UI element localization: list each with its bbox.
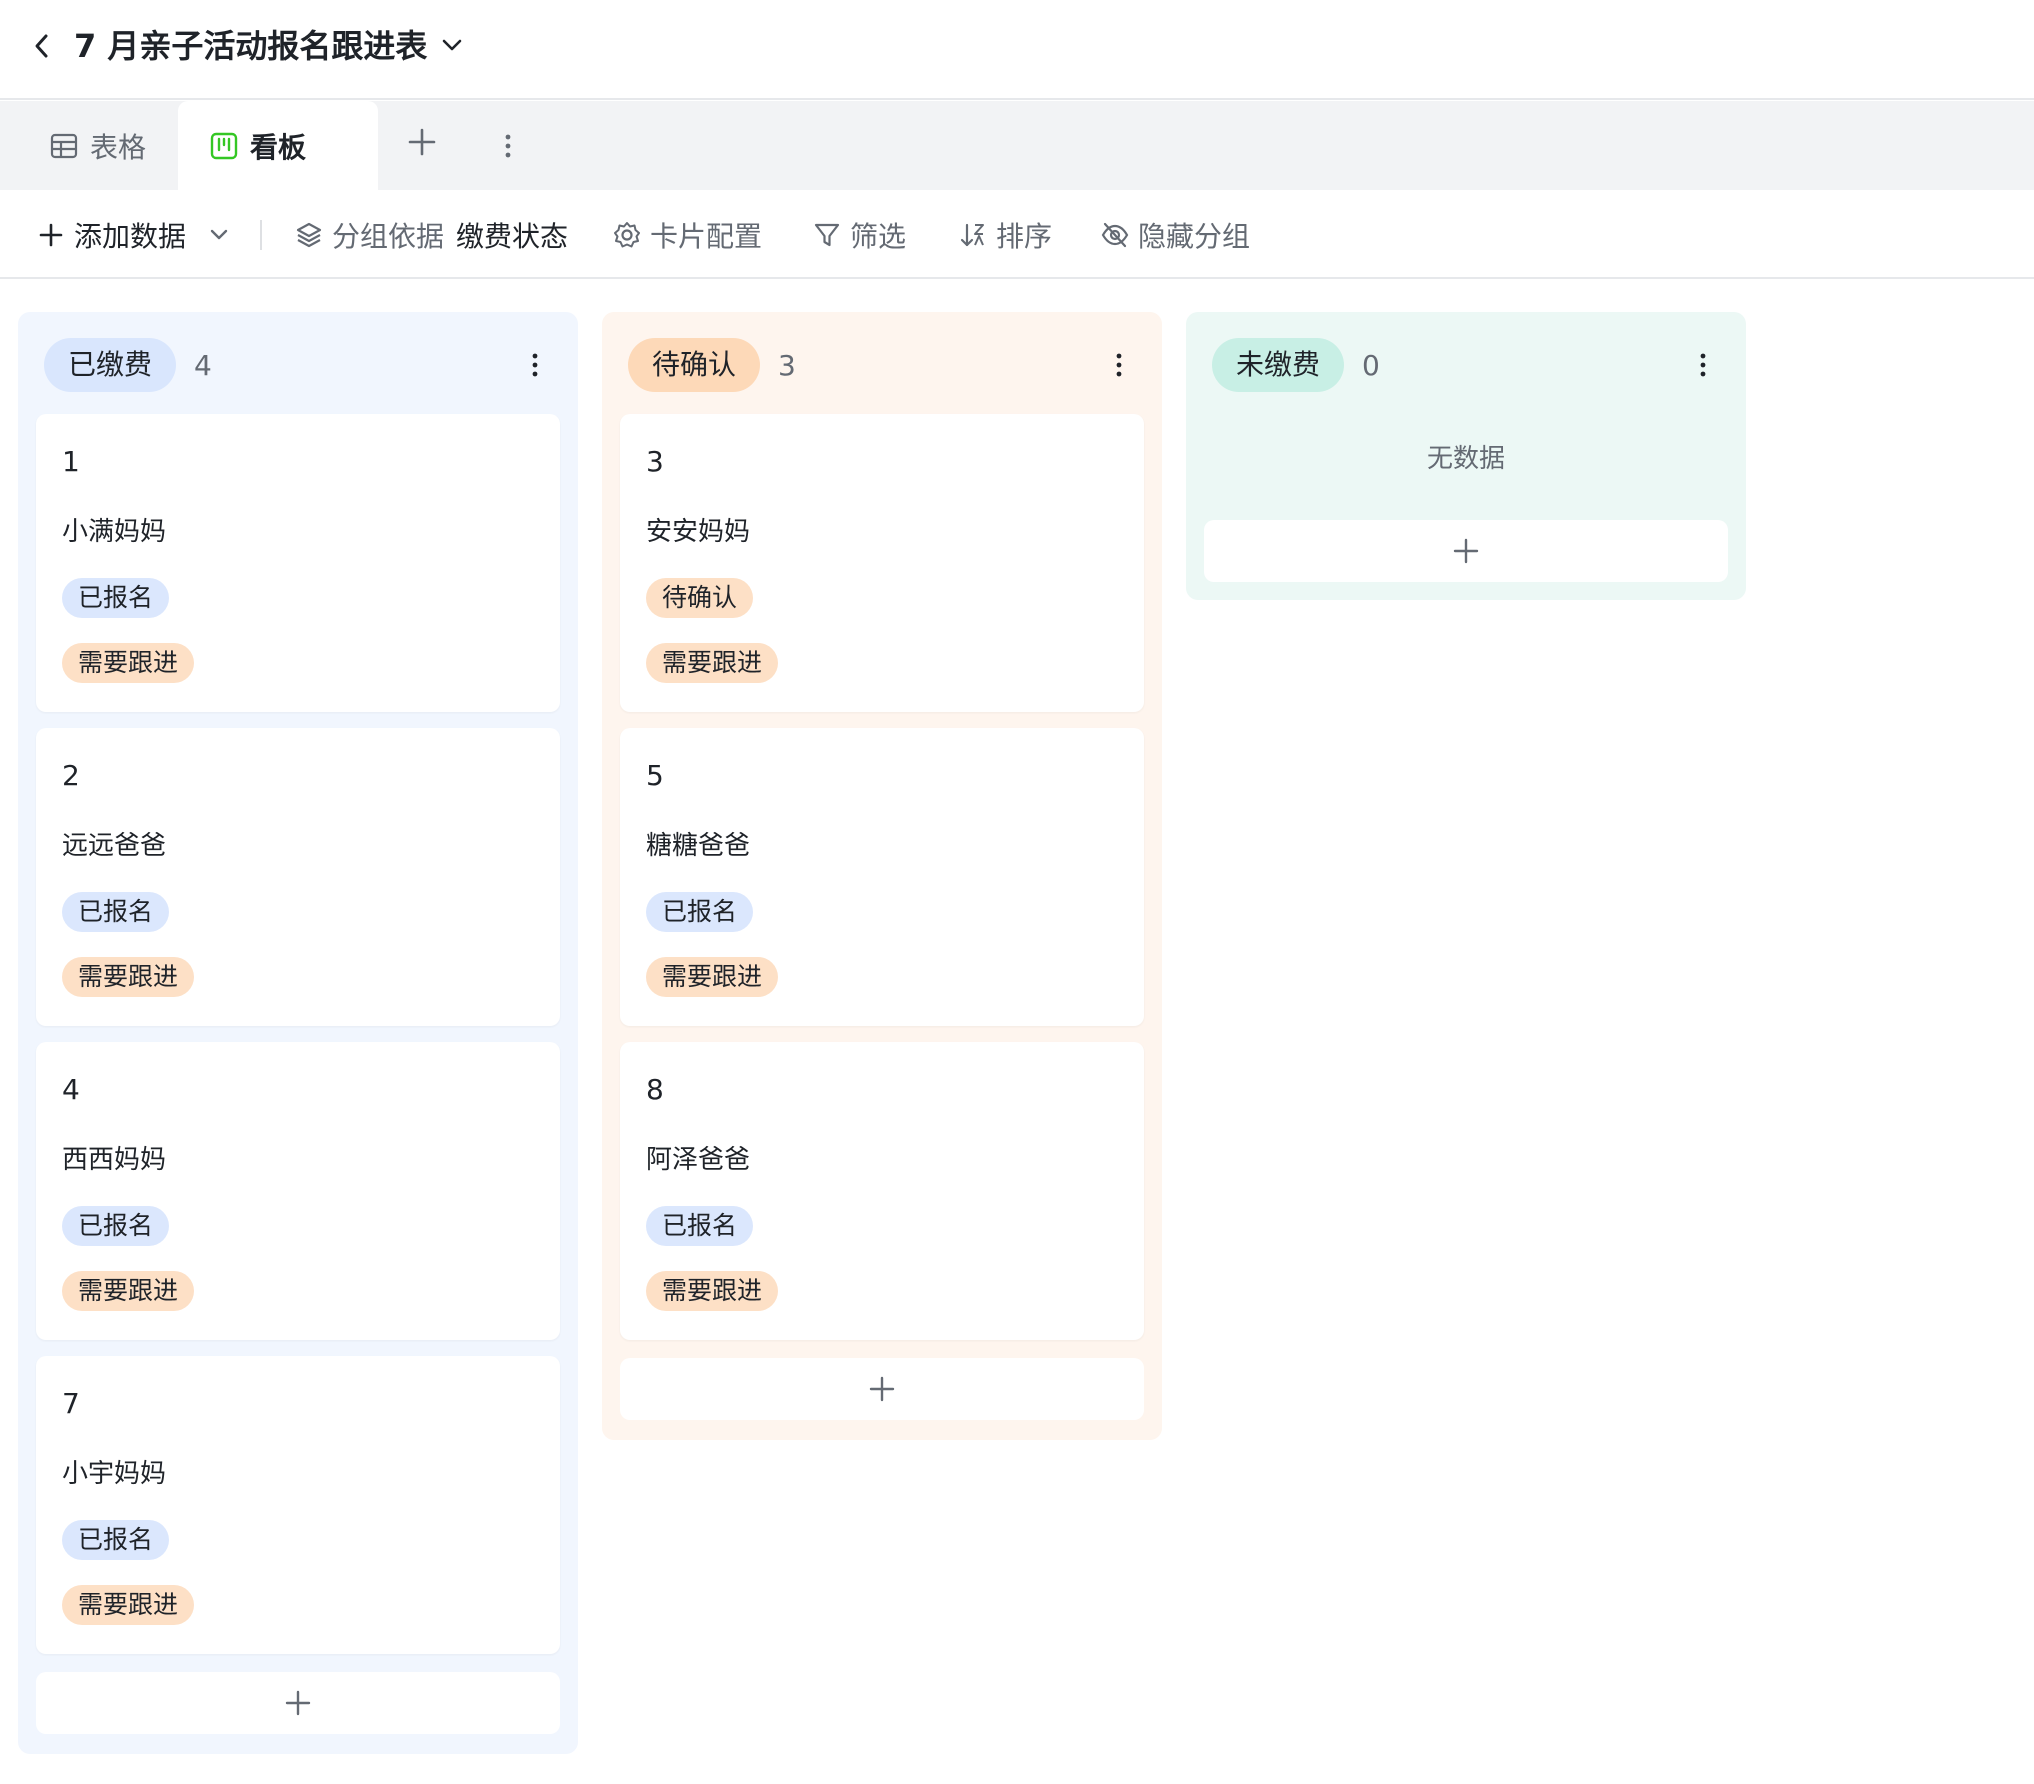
card-name: 小满妈妈 — [62, 517, 167, 547]
registration-status-tag: 已报名 — [62, 578, 170, 618]
kanban-icon — [210, 132, 238, 159]
more-vertical-icon[interactable] — [496, 131, 520, 161]
card-id: 2 — [62, 759, 80, 792]
tab-table[interactable]: 表格 — [50, 101, 146, 190]
registration-status-tag: 已报名 — [646, 1206, 754, 1246]
follow-up-tag: 需要跟进 — [62, 1271, 195, 1311]
kanban-column-paid: 已缴费 4 1 小满妈妈 已报名 需要跟进 2 远远爸爸 已报名 需要跟进 4 … — [18, 312, 578, 1754]
group-label[interactable]: 未缴费 — [1212, 338, 1345, 392]
plus-icon — [1453, 538, 1479, 564]
hide-group-button[interactable]: 隐藏分组 — [1100, 190, 1250, 279]
add-card-button[interactable] — [620, 1358, 1144, 1420]
card-name: 小宇妈妈 — [62, 1459, 167, 1489]
follow-up-tag: 需要跟进 — [62, 1585, 195, 1625]
record-card[interactable]: 2 远远爸爸 已报名 需要跟进 — [36, 728, 560, 1026]
sort-button[interactable]: 排序 — [958, 190, 1052, 279]
card-id: 5 — [646, 759, 664, 792]
follow-up-tag: 需要跟进 — [646, 643, 779, 683]
card-id: 3 — [646, 445, 664, 478]
registration-status-tag: 已报名 — [62, 892, 170, 932]
card-id: 1 — [62, 445, 80, 478]
card-name: 远远爸爸 — [62, 831, 167, 861]
tab-kanban[interactable]: 看板 — [178, 101, 511, 190]
empty-state-text: 无数据 — [1426, 444, 1505, 474]
kanban-column-unpaid: 未缴费 0 无数据 — [1186, 312, 1746, 600]
add-data-label: 添加数据 — [74, 219, 187, 253]
filter-icon — [814, 223, 840, 246]
group-by-field: 缴费状态 — [456, 219, 569, 253]
more-vertical-icon[interactable] — [528, 350, 542, 380]
record-card[interactable]: 1 小满妈妈 已报名 需要跟进 — [36, 414, 560, 712]
hide-group-label: 隐藏分组 — [1138, 219, 1251, 253]
sort-icon — [960, 223, 984, 246]
more-vertical-icon[interactable] — [1696, 350, 1710, 380]
follow-up-tag: 需要跟进 — [62, 957, 195, 997]
registration-status-tag: 已报名 — [646, 892, 754, 932]
group-count: 3 — [778, 348, 796, 382]
add-card-button[interactable] — [1204, 520, 1728, 582]
back-arrow-icon[interactable] — [28, 28, 56, 64]
group-label[interactable]: 已缴费 — [44, 338, 177, 392]
kanban-column-pending: 待确认 3 3 安安妈妈 待确认 需要跟进 5 糖糖爸爸 已报名 需要跟进 8 … — [602, 312, 1162, 1440]
view-tab-bar: 表格 看板 — [0, 101, 2034, 190]
group-label[interactable]: 待确认 — [628, 338, 761, 392]
card-id: 4 — [62, 1073, 80, 1106]
gear-icon — [614, 221, 640, 247]
add-data-button[interactable]: 添加数据 — [36, 190, 186, 279]
card-name: 阿泽爸爸 — [646, 1145, 751, 1175]
card-config-button[interactable]: 卡片配置 — [612, 190, 762, 279]
record-card[interactable]: 8 阿泽爸爸 已报名 需要跟进 — [620, 1042, 1144, 1340]
card-name: 西西妈妈 — [62, 1145, 167, 1175]
layers-icon — [296, 222, 322, 247]
card-name: 安安妈妈 — [646, 517, 751, 547]
card-id: 7 — [62, 1387, 80, 1420]
record-card[interactable]: 3 安安妈妈 待确认 需要跟进 — [620, 414, 1144, 712]
follow-up-tag: 需要跟进 — [646, 957, 779, 997]
registration-status-tag: 已报名 — [62, 1206, 170, 1246]
tab-label: 表格 — [90, 130, 147, 164]
more-vertical-icon[interactable] — [1112, 350, 1126, 380]
plus-icon — [285, 1690, 311, 1716]
add-card-button[interactable] — [36, 1672, 560, 1734]
group-by-button[interactable]: 分组依据 缴费状态 — [294, 190, 568, 279]
chevron-down-icon[interactable] — [206, 222, 232, 248]
record-card[interactable]: 5 糖糖爸爸 已报名 需要跟进 — [620, 728, 1144, 1026]
registration-status-tag: 已报名 — [62, 1520, 170, 1560]
card-name: 糖糖爸爸 — [646, 831, 751, 861]
tab-label: 看板 — [250, 130, 307, 164]
column-header: 待确认 3 — [628, 338, 796, 392]
column-header: 已缴费 4 — [44, 338, 212, 392]
table-icon — [50, 133, 78, 158]
follow-up-tag: 需要跟进 — [62, 643, 195, 683]
filter-label: 筛选 — [850, 219, 907, 253]
card-id: 8 — [646, 1073, 664, 1106]
plus-icon — [869, 1376, 895, 1402]
record-card[interactable]: 4 西西妈妈 已报名 需要跟进 — [36, 1042, 560, 1340]
chevron-down-icon[interactable] — [438, 30, 466, 60]
sort-label: 排序 — [996, 219, 1053, 253]
plus-icon — [39, 223, 63, 246]
toolbar-divider — [260, 220, 262, 250]
toolbar: 添加数据 分组依据 缴费状态 卡片配置 筛选 排序 隐藏分组 — [0, 190, 2034, 279]
group-count: 4 — [194, 348, 212, 382]
registration-status-tag: 待确认 — [646, 578, 754, 618]
group-count: 0 — [1362, 348, 1380, 382]
eye-off-icon — [1101, 222, 1129, 247]
follow-up-tag: 需要跟进 — [646, 1271, 779, 1311]
filter-button[interactable]: 筛选 — [812, 190, 906, 279]
header-bar: 7 月亲子活动报名跟进表 — [0, 0, 2034, 100]
record-card[interactable]: 7 小宇妈妈 已报名 需要跟进 — [36, 1356, 560, 1654]
column-header: 未缴费 0 — [1212, 338, 1380, 392]
card-config-label: 卡片配置 — [650, 219, 763, 253]
add-view-plus-icon[interactable] — [406, 126, 438, 158]
group-by-label: 分组依据 — [332, 219, 445, 253]
page-title: 7 月亲子活动报名跟进表 — [74, 27, 428, 65]
